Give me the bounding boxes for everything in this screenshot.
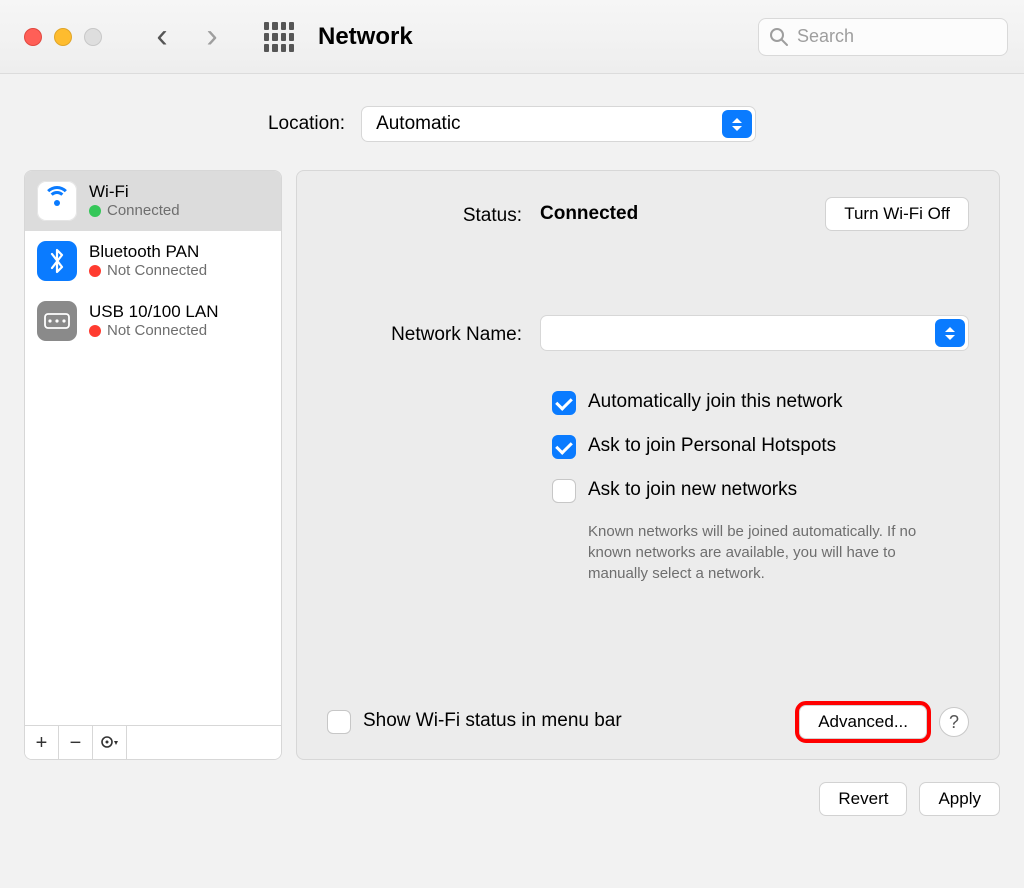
status-label: Status: bbox=[327, 202, 522, 227]
actions-icon bbox=[101, 736, 119, 750]
advanced-button[interactable]: Advanced... bbox=[799, 705, 927, 739]
network-name-select[interactable] bbox=[540, 315, 969, 351]
location-value: Automatic bbox=[376, 113, 460, 135]
remove-interface-button[interactable]: − bbox=[59, 726, 93, 760]
auto-join-checkbox[interactable]: Automatically join this network bbox=[552, 391, 952, 415]
location-select[interactable]: Automatic bbox=[361, 106, 756, 142]
location-row: Location: Automatic bbox=[24, 96, 1000, 152]
checkbox-icon bbox=[552, 479, 576, 503]
ethernet-icon bbox=[37, 301, 77, 341]
checkbox-label: Ask to join new networks bbox=[588, 479, 797, 501]
revert-button[interactable]: Revert bbox=[819, 782, 907, 816]
menubar-status-checkbox[interactable]: Show Wi-Fi status in menu bar bbox=[327, 710, 799, 734]
checkbox-description: Known networks will be joined automatica… bbox=[588, 521, 952, 584]
sidebar-item-label: Bluetooth PAN bbox=[89, 242, 207, 262]
back-button[interactable]: ‹ bbox=[142, 17, 182, 57]
wifi-options: Automatically join this network Ask to j… bbox=[552, 391, 952, 584]
help-button[interactable]: ? bbox=[939, 707, 969, 737]
search-placeholder: Search bbox=[797, 26, 854, 47]
stepper-icon bbox=[722, 110, 752, 138]
search-input[interactable]: Search bbox=[758, 18, 1008, 56]
checkbox-label: Show Wi-Fi status in menu bar bbox=[363, 710, 622, 732]
detail-panel: Status: Connected Turn Wi-Fi Off Network… bbox=[296, 170, 1000, 760]
zoom-window-button[interactable] bbox=[84, 28, 102, 46]
page-title: Network bbox=[318, 23, 413, 51]
sidebar-panel: Wi-Fi Connected Bluetooth PAN bbox=[24, 170, 282, 760]
show-all-icon[interactable] bbox=[264, 22, 294, 52]
location-label: Location: bbox=[268, 113, 345, 135]
checkbox-icon bbox=[552, 435, 576, 459]
toolbar-spacer bbox=[127, 726, 281, 759]
workspace: Location: Automatic Wi-Fi bbox=[0, 74, 1024, 836]
apply-button[interactable]: Apply bbox=[919, 782, 1000, 816]
footer-row: Revert Apply bbox=[24, 782, 1000, 816]
close-window-button[interactable] bbox=[24, 28, 42, 46]
sidebar-item-bluetooth-pan[interactable]: Bluetooth PAN Not Connected bbox=[25, 231, 281, 291]
detail-footer: Show Wi-Fi status in menu bar Advanced..… bbox=[327, 705, 969, 739]
checkbox-icon bbox=[327, 710, 351, 734]
ask-new-networks-checkbox[interactable]: Ask to join new networks Known networks … bbox=[552, 479, 952, 584]
sidebar-item-status: Connected bbox=[89, 202, 180, 220]
interface-list-items: Wi-Fi Connected Bluetooth PAN bbox=[25, 171, 281, 725]
forward-button[interactable]: › bbox=[192, 17, 232, 57]
sidebar-item-label: Wi-Fi bbox=[89, 182, 180, 202]
columns: Wi-Fi Connected Bluetooth PAN bbox=[24, 170, 1000, 760]
wifi-toggle-button[interactable]: Turn Wi-Fi Off bbox=[825, 197, 969, 231]
checkbox-icon bbox=[552, 391, 576, 415]
sidebar-item-wifi[interactable]: Wi-Fi Connected bbox=[25, 171, 281, 231]
status-value: Connected bbox=[540, 203, 638, 225]
interface-list: Wi-Fi Connected Bluetooth PAN bbox=[24, 170, 282, 760]
network-name-label: Network Name: bbox=[327, 321, 522, 346]
stepper-icon bbox=[935, 319, 965, 347]
actions-menu-button[interactable] bbox=[93, 726, 127, 760]
status-dot-icon bbox=[89, 205, 101, 217]
window-controls bbox=[24, 28, 102, 46]
titlebar: ‹ › Network Search bbox=[0, 0, 1024, 74]
checkbox-label: Automatically join this network bbox=[588, 391, 843, 413]
add-interface-button[interactable]: + bbox=[25, 726, 59, 760]
sidebar-item-usb-lan[interactable]: USB 10/100 LAN Not Connected bbox=[25, 291, 281, 351]
ask-hotspots-checkbox[interactable]: Ask to join Personal Hotspots bbox=[552, 435, 952, 459]
checkbox-label: Ask to join Personal Hotspots bbox=[588, 435, 836, 457]
minimize-window-button[interactable] bbox=[54, 28, 72, 46]
sidebar-item-status: Not Connected bbox=[89, 322, 218, 340]
search-icon bbox=[769, 27, 789, 47]
status-dot-icon bbox=[89, 325, 101, 337]
sidebar-item-label: USB 10/100 LAN bbox=[89, 302, 218, 322]
sidebar-toolbar: + − bbox=[25, 725, 281, 759]
wifi-icon bbox=[37, 181, 77, 221]
bluetooth-icon bbox=[37, 241, 77, 281]
sidebar-item-status: Not Connected bbox=[89, 262, 207, 280]
status-dot-icon bbox=[89, 265, 101, 277]
